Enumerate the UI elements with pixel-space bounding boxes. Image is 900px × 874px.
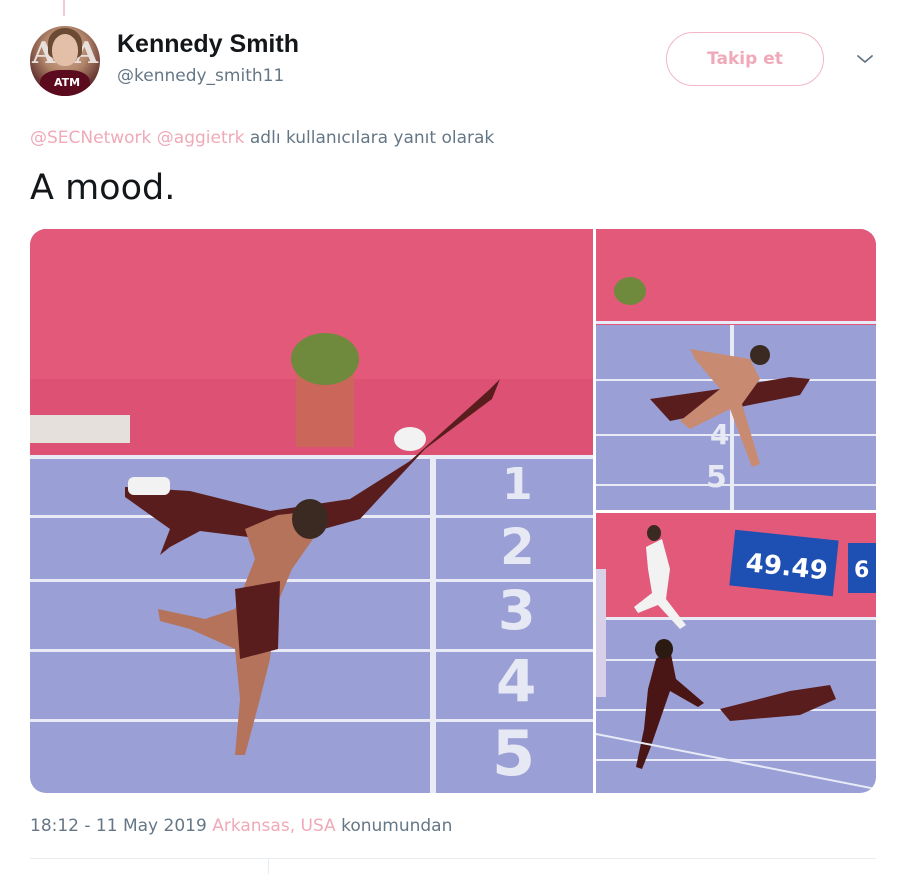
display-name[interactable]: Kennedy Smith [117,30,299,59]
tweet-text: A mood. [30,168,176,208]
avatar-face [52,34,78,66]
lane-number: 5 [492,717,535,790]
timestamp-time[interactable]: 18:12 - 11 May 2019 [30,816,207,836]
lane-number: 2 [500,518,535,576]
avatar[interactable]: A A ATM [30,26,100,96]
lane-number: 5 [706,460,727,495]
mention-link[interactable]: @SECNetwork [30,128,151,148]
lane-number: 4 [496,647,536,715]
photo-main[interactable]: 1 2 3 4 5 [30,229,593,793]
avatar-logo: ATM [54,76,81,89]
divider [30,858,876,859]
divider-tick [268,858,269,874]
media-grid[interactable]: 1 2 3 4 5 2 4 5 [30,229,876,793]
reply-suffix: adlı kullanıcılara yanıt olarak [249,128,495,148]
thread-connector [63,0,65,16]
chevron-down-icon[interactable] [856,50,874,68]
scoreboard-extra: 6 [854,558,869,583]
reply-context: @SECNetwork @aggietrk adlı kullanıcılara… [30,128,494,148]
follow-button[interactable]: Takip et [666,32,824,86]
user-handle[interactable]: @kennedy_smith11 [117,66,284,86]
lane-number: 3 [498,579,536,642]
location-suffix: konumundan [341,816,453,836]
location-link[interactable]: Arkansas, USA [212,816,335,836]
lane-number: 4 [710,418,729,451]
photo-top-right[interactable]: 2 4 5 [596,229,876,510]
tweet-timestamp: 18:12 - 11 May 2019 Arkansas, USA konumu… [30,816,452,836]
lane-number: 1 [502,459,533,510]
photo-bottom-right[interactable]: 49.49 6 [595,513,876,793]
mention-link[interactable]: @aggietrk [157,128,245,148]
